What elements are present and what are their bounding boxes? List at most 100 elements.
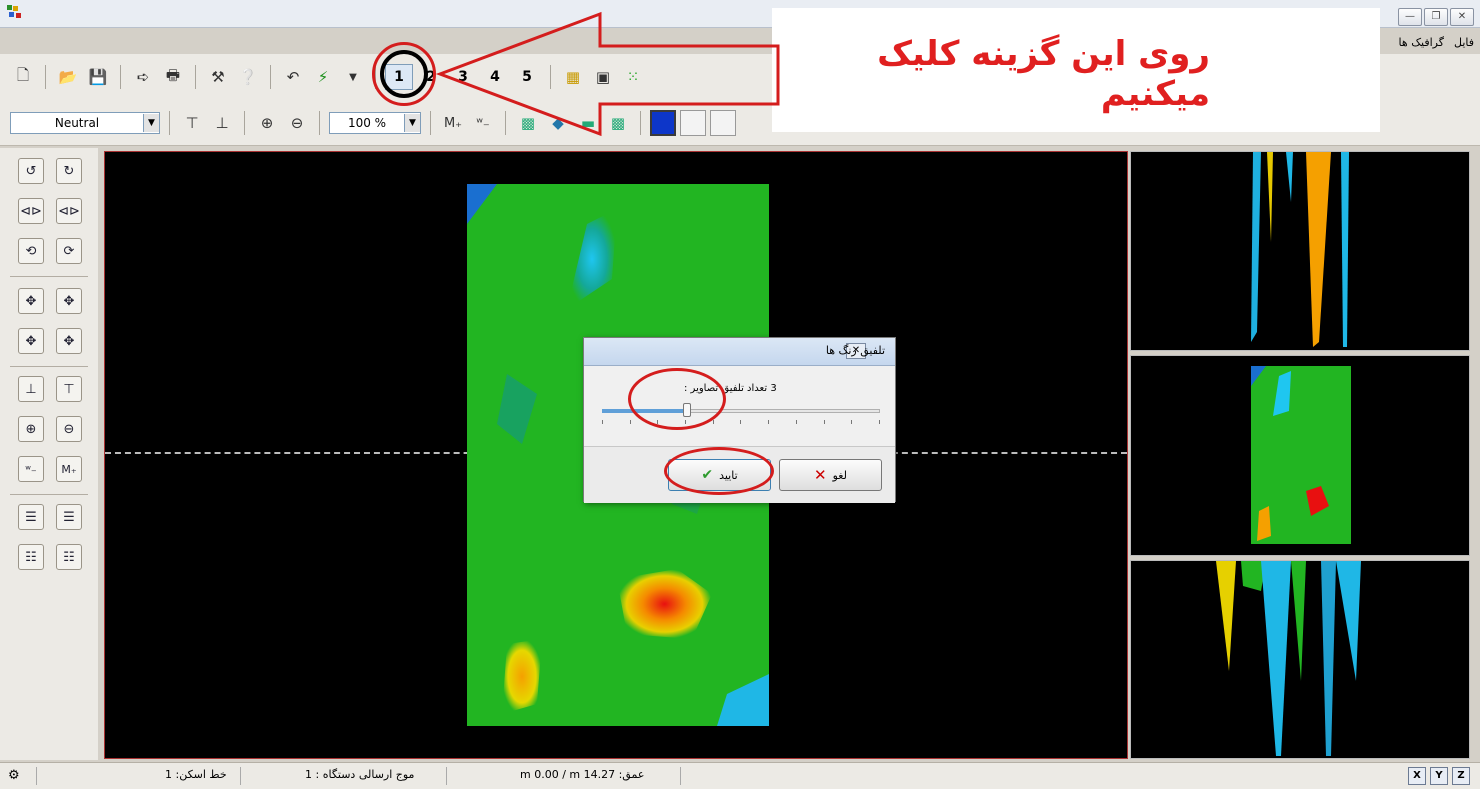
- highlight-ring: [664, 447, 774, 495]
- layers-down-icon[interactable]: ☰: [56, 504, 82, 530]
- open-folder-icon[interactable]: 📂: [55, 64, 81, 90]
- chevron-down-icon[interactable]: ▼: [404, 114, 420, 132]
- menu-file[interactable]: فایل: [1454, 36, 1474, 49]
- surface-3d-icon[interactable]: ◆: [545, 110, 571, 136]
- color-swatch-blue[interactable]: [650, 110, 676, 136]
- cancel-button[interactable]: لغو ✕: [779, 459, 882, 491]
- color-swatch-empty[interactable]: [680, 110, 706, 136]
- undo-icon[interactable]: ↶: [280, 64, 306, 90]
- flip-horizontal-icon[interactable]: ⊲⊳: [18, 198, 44, 224]
- axis-x-button[interactable]: X: [1408, 767, 1426, 785]
- print-icon[interactable]: 🖶: [160, 64, 186, 90]
- scatter-icon[interactable]: ⁙: [620, 64, 646, 90]
- layers-merge-icon[interactable]: ☷: [18, 544, 44, 570]
- preview-heatmap: [1216, 561, 1361, 756]
- annotation-box: روی این گزینه کلیک میکنیم: [772, 8, 1380, 132]
- preview-heatmap: [1251, 152, 1349, 347]
- preview-panel-bottom[interactable]: [1130, 560, 1470, 759]
- rotate-right-icon[interactable]: ↻: [56, 158, 82, 184]
- toolbar-divider: [45, 65, 46, 89]
- export-icon[interactable]: ➪: [130, 64, 156, 90]
- align-bottom-icon[interactable]: ⊥: [209, 110, 235, 136]
- menu-graphics[interactable]: گرافیک ها: [1399, 36, 1444, 49]
- view-4-button[interactable]: 4: [481, 64, 509, 90]
- preview-panel-middle[interactable]: [1130, 355, 1470, 556]
- help-icon[interactable]: ❔: [235, 64, 261, 90]
- toolbar-divider: [195, 65, 196, 89]
- marker-remove-icon[interactable]: ʷ₋: [470, 110, 496, 136]
- axis-z-button[interactable]: Z: [1452, 767, 1470, 785]
- new-file-icon[interactable]: 🗋: [10, 64, 36, 90]
- layers-split-icon[interactable]: ☷: [56, 544, 82, 570]
- chevron-down-icon[interactable]: ▼: [143, 114, 159, 132]
- close-window-button[interactable]: ✕: [1450, 8, 1474, 26]
- depth-status: عمق: m 0.00 / m 14.27: [520, 768, 645, 781]
- rotate-view-right-icon[interactable]: ⟳: [56, 238, 82, 264]
- move-icon[interactable]: ✥: [18, 288, 44, 314]
- tools-icon[interactable]: ⚒: [205, 64, 231, 90]
- zoom-in-icon[interactable]: ⊕: [254, 110, 280, 136]
- main-toolbar: 🗋 📂 💾 ➪ 🖶 ⚒ ❔ ↶ ⚡ ▼ 1 2 3 4 5 ▦ ▣ ⁙: [10, 60, 646, 94]
- cancel-label: لغو: [832, 468, 847, 482]
- dialog-title: تلفیق رنگ ها: [825, 344, 885, 357]
- toolbar-divider: [319, 111, 320, 135]
- align-top-icon[interactable]: ⊤: [56, 376, 82, 402]
- zoom-in-icon[interactable]: ⊕: [18, 416, 44, 442]
- panel-divider: [10, 366, 88, 367]
- view-5-button[interactable]: 5: [513, 64, 541, 90]
- color-swatch-empty[interactable]: [710, 110, 736, 136]
- marker-add-icon[interactable]: M₊: [440, 110, 466, 136]
- zoom-out-icon[interactable]: ⊖: [56, 416, 82, 442]
- save-icon[interactable]: 💾: [85, 64, 111, 90]
- marker-remove-icon[interactable]: ʷ₋: [18, 456, 44, 482]
- axis-y-button[interactable]: Y: [1430, 767, 1448, 785]
- toolbar-divider: [640, 111, 641, 135]
- gear-icon: ⚙: [8, 768, 20, 783]
- status-bar: ⚙ خط اسکن: 1 موج ارسالی دستگاه : 1 عمق: …: [0, 762, 1480, 789]
- toolbar-divider: [430, 111, 431, 135]
- terrain-icon[interactable]: ▩: [605, 110, 631, 136]
- dialog-title-bar: ✕ تلفیق رنگ ها: [584, 338, 895, 366]
- toolbar-divider: [505, 111, 506, 135]
- toolbar-divider: [270, 65, 271, 89]
- move-alt-icon[interactable]: ✥: [56, 288, 82, 314]
- palette-select[interactable]: Neutral ▼: [10, 112, 160, 134]
- zoom-value: 100 %: [347, 116, 387, 130]
- zoom-select[interactable]: 100 % ▼: [329, 112, 421, 134]
- zoom-out-icon[interactable]: ⊖: [284, 110, 310, 136]
- map-2d-icon[interactable]: ▩: [515, 110, 541, 136]
- toolbar-divider: [550, 65, 551, 89]
- highlight-ring: [628, 368, 726, 430]
- image-view-icon[interactable]: ▣: [590, 64, 616, 90]
- toolbar-divider: [244, 111, 245, 135]
- device-wave-status: موج ارسالی دستگاه : 1: [305, 768, 415, 781]
- minimize-button[interactable]: —: [1398, 8, 1422, 26]
- cross-icon: ✕: [814, 466, 827, 484]
- align-top-icon[interactable]: ⊤: [179, 110, 205, 136]
- preview-panel-top[interactable]: [1130, 151, 1470, 351]
- status-divider: [240, 767, 241, 785]
- marker-add-icon[interactable]: M₊: [56, 456, 82, 482]
- flat-layer-icon[interactable]: ▬: [575, 110, 601, 136]
- status-divider: [446, 767, 447, 785]
- status-divider: [36, 767, 37, 785]
- panel-divider: [10, 276, 88, 277]
- color-merge-icon[interactable]: ⚡: [310, 64, 336, 90]
- preview-heatmap: [1251, 366, 1351, 544]
- status-divider: [680, 767, 681, 785]
- left-tool-panel: ↺ ↻ ⊲⊳ ⊲⊳ ⟲ ⟳ ✥ ✥ ✥ ✥ ⊥ ⊤ ⊕ ⊖ ʷ₋ M₊ ☰ ☰ …: [0, 148, 98, 760]
- view-3-button[interactable]: 3: [449, 64, 477, 90]
- scan-line-status: خط اسکن: 1: [165, 768, 227, 781]
- toolbar-divider: [169, 111, 170, 135]
- rotate-left-icon[interactable]: ↺: [18, 158, 44, 184]
- align-bottom-icon[interactable]: ⊥: [18, 376, 44, 402]
- restore-button[interactable]: ❐: [1424, 8, 1448, 26]
- flip-horizontal-alt-icon[interactable]: ⊲⊳: [56, 198, 82, 224]
- rotate-view-left-icon[interactable]: ⟲: [18, 238, 44, 264]
- dropdown-arrow-icon[interactable]: ▼: [340, 64, 366, 90]
- pan-icon[interactable]: ✥: [18, 328, 44, 354]
- annotation-text: روی این گزینه کلیک میکنیم: [877, 34, 1210, 114]
- layers-up-icon[interactable]: ☰: [18, 504, 44, 530]
- grid-view-icon[interactable]: ▦: [560, 64, 586, 90]
- pan-alt-icon[interactable]: ✥: [56, 328, 82, 354]
